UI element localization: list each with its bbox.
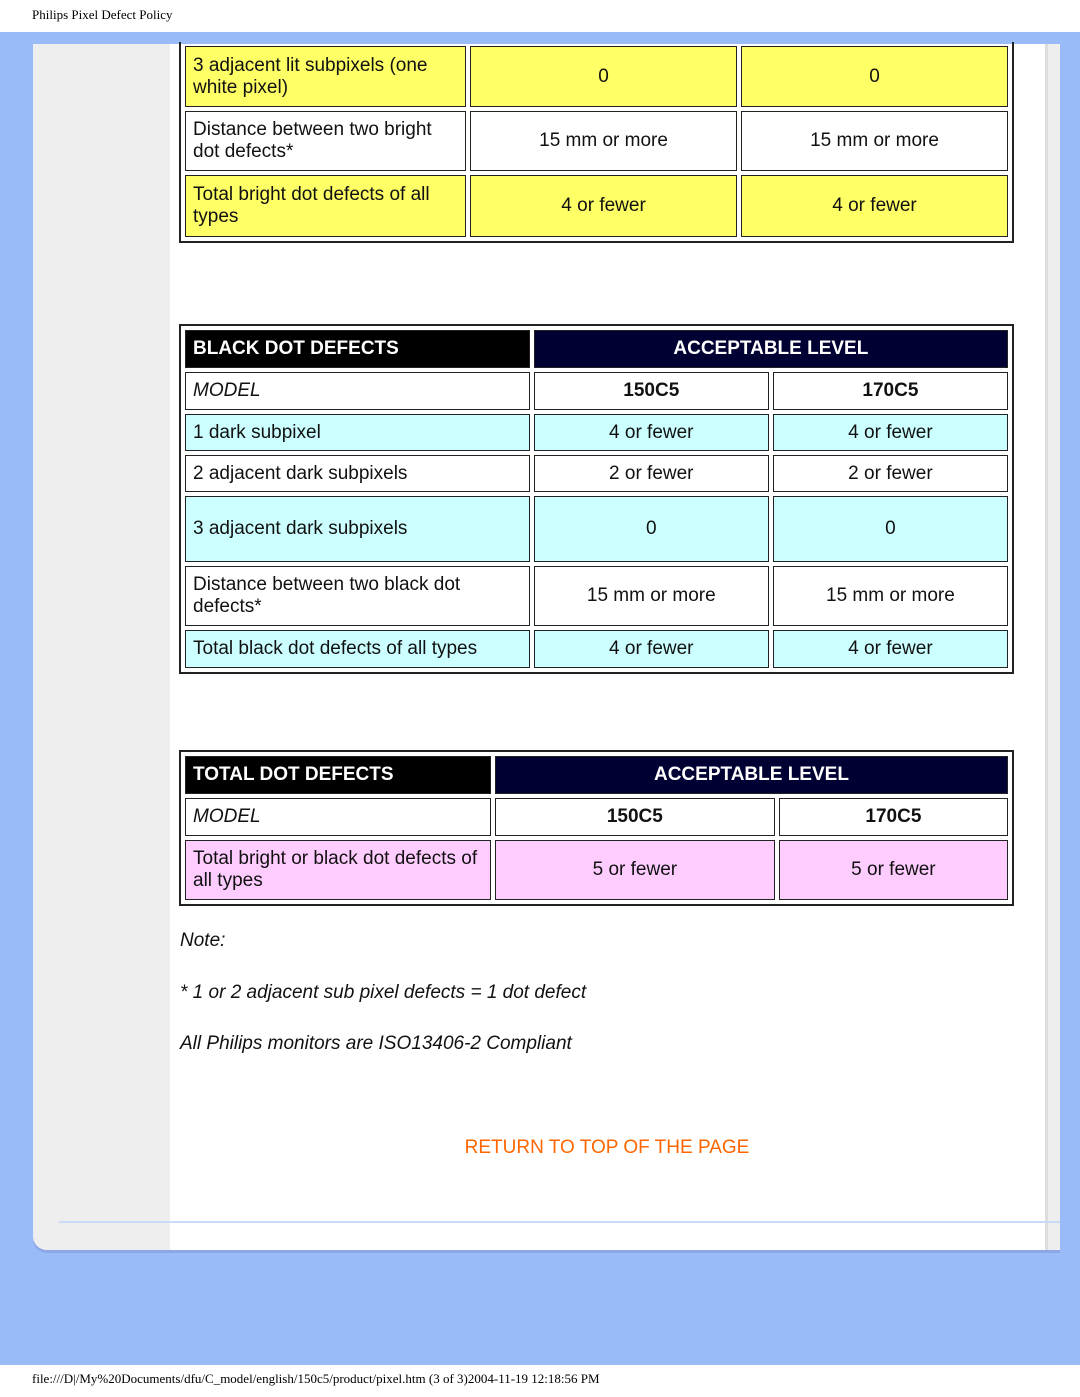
note-heading: Note:	[180, 930, 226, 951]
table-row: Distance between two black dot defects* 1…	[185, 566, 1008, 626]
table-row: 3 adjacent dark subpixels 0 0	[185, 496, 1008, 562]
value-150c5: 15 mm or more	[470, 111, 738, 171]
model-150c5: 150C5	[533, 372, 769, 410]
left-sidebar	[33, 44, 170, 1250]
black-dot-table: BLACK DOT DEFECTS ACCEPTABLE LEVEL MODEL 1…	[179, 324, 1014, 674]
value-170c5: 4 or fewer	[772, 414, 1008, 451]
model-label: MODEL	[185, 372, 530, 410]
value-150c5: 0	[470, 46, 738, 107]
table-title: BLACK DOT DEFECTS	[185, 330, 530, 368]
value-170c5: 15 mm or more	[741, 111, 1008, 171]
total-dot-table: TOTAL DOT DEFECTS ACCEPTABLE LEVEL MODEL 1…	[179, 750, 1014, 906]
return-to-top-link[interactable]: RETURN TO TOP OF THE PAGE	[0, 1137, 1080, 1159]
value-150c5: 4 or fewer	[533, 414, 769, 451]
value-170c5: 15 mm or more	[772, 566, 1008, 626]
footer-url: file:///D|/My%20Documents/dfu/C_model/en…	[32, 1371, 600, 1386]
row-label: Total black dot defects of all types	[185, 630, 530, 668]
acceptable-level-header: ACCEPTABLE LEVEL	[533, 330, 1008, 368]
page-header-title: Philips Pixel Defect Policy	[32, 7, 173, 22]
value-170c5: 4 or fewer	[772, 630, 1008, 668]
table-row: 2 adjacent dark subpixels 2 or fewer 2 or …	[185, 455, 1008, 492]
value-170c5: 2 or fewer	[772, 455, 1008, 492]
model-label: MODEL	[185, 798, 491, 836]
value-150c5: 15 mm or more	[533, 566, 769, 626]
divider	[59, 1221, 1060, 1223]
table-row: 1 dark subpixel 4 or fewer 4 or fewer	[185, 414, 1008, 451]
value-170c5: 5 or fewer	[778, 840, 1008, 900]
row-label: Total bright dot defects of all types	[185, 175, 467, 237]
value-150c5: 2 or fewer	[533, 455, 769, 492]
table-row: Total black dot defects of all types 4 or…	[185, 630, 1008, 668]
table-row: 3 adjacent lit subpixels (one white pixe…	[185, 46, 1008, 107]
model-150c5: 150C5	[494, 798, 775, 836]
right-strip	[1045, 44, 1060, 1250]
bright-dot-table: 3 adjacent lit subpixels (one white pixe…	[179, 42, 1014, 243]
table-row: Distance between two bright dot defects*…	[185, 111, 1008, 171]
value-170c5: 4 or fewer	[741, 175, 1008, 237]
value-150c5: 0	[533, 496, 769, 562]
note-line-2: All Philips monitors are ISO13406-2 Comp…	[180, 1033, 572, 1054]
row-label: Distance between two bright dot defects*	[185, 111, 467, 171]
note-line-1: * 1 or 2 adjacent sub pixel defects = 1 …	[180, 982, 587, 1003]
row-label: Distance between two black dot defects*	[185, 566, 530, 626]
table-row: Total bright dot defects of all types 4 o…	[185, 175, 1008, 237]
row-label: 3 adjacent dark subpixels	[185, 496, 530, 562]
row-label: 1 dark subpixel	[185, 414, 530, 451]
model-170c5: 170C5	[778, 798, 1008, 836]
value-170c5: 0	[772, 496, 1008, 562]
value-150c5: 5 or fewer	[494, 840, 775, 900]
row-label: Total bright or black dot defects of all…	[185, 840, 491, 900]
value-150c5: 4 or fewer	[470, 175, 738, 237]
row-label: 3 adjacent lit subpixels (one white pixe…	[185, 46, 467, 107]
table-row: Total bright or black dot defects of all…	[185, 840, 1008, 900]
acceptable-level-header: ACCEPTABLE LEVEL	[494, 756, 1008, 794]
table-title: TOTAL DOT DEFECTS	[185, 756, 491, 794]
model-170c5: 170C5	[772, 372, 1008, 410]
row-label: 2 adjacent dark subpixels	[185, 455, 530, 492]
value-170c5: 0	[741, 46, 1008, 107]
value-150c5: 4 or fewer	[533, 630, 769, 668]
